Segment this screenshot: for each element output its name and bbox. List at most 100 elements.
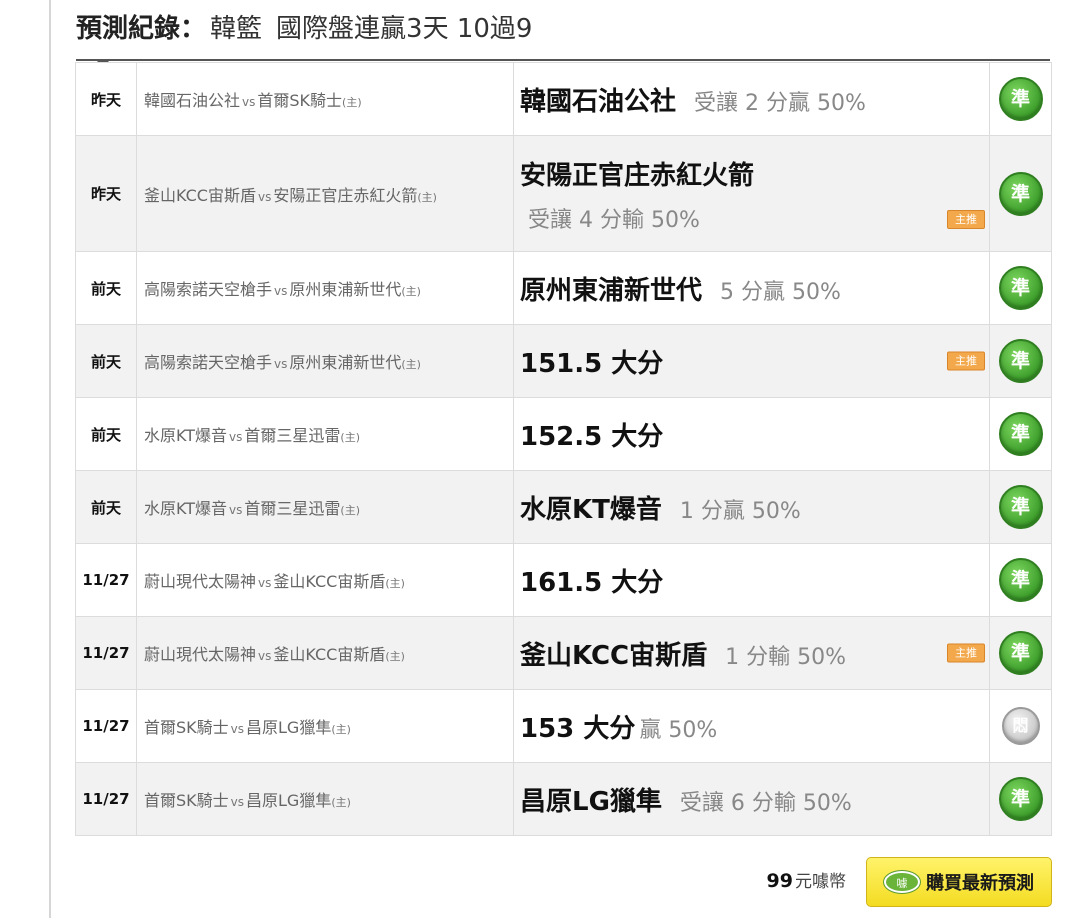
table-row: 昨天 釜山KCC宙斯盾 vs 安陽正官庄赤紅火箭(主) 安陽正官庄赤紅火箭 受讓 4… bbox=[75, 135, 1052, 252]
pick-team: 釜山KCC宙斯盾 bbox=[520, 640, 708, 671]
pick-odds: 受讓 4 分輸 50% bbox=[528, 208, 700, 233]
away-team: 高陽索諾天空槍手 bbox=[144, 353, 273, 372]
home-tag: (主) bbox=[331, 796, 351, 809]
match-teams: 蔚山現代太陽神 vs 釜山KCC宙斯盾(主) bbox=[136, 616, 514, 690]
match-date: 11/27 bbox=[75, 762, 137, 836]
pick-odds: 1 分贏 50% bbox=[679, 498, 801, 524]
match-teams: 水原KT爆音 vs 首爾三星迅雷(主) bbox=[136, 470, 514, 544]
main-pick-badge: 主推 bbox=[947, 351, 985, 371]
result-win-icon: 準 bbox=[998, 485, 1043, 529]
result-cell: 準 bbox=[989, 616, 1052, 690]
table-row: 11/27 首爾SK騎士 vs 昌原LG獵隼(主) 昌原LG獵隼 受讓 6 分輸 5… bbox=[75, 762, 1052, 836]
match-date: 11/27 bbox=[75, 616, 137, 690]
table-row: 前天 水原KT爆音 vs 首爾三星迅雷(主) 水原KT爆音 1 分贏 50% 準 bbox=[75, 470, 1052, 544]
vs-label: vs bbox=[229, 503, 243, 517]
home-tag: (主) bbox=[417, 190, 437, 204]
vs-label: vs bbox=[258, 649, 272, 663]
match-teams: 蔚山現代太陽神 vs 釜山KCC宙斯盾(主) bbox=[136, 543, 514, 617]
pick-team: 昌原LG獵隼 bbox=[520, 786, 662, 817]
table-row: 前天 高陽索諾天空槍手 vs 原州東浦新世代(主) 151.5 大分 主推 準 bbox=[75, 324, 1052, 398]
purchase-footer: 99 元噱幣 噱 購買最新預測 bbox=[76, 855, 1052, 907]
home-team: 昌原LG獵隼 bbox=[246, 791, 332, 810]
buy-button-label: 購買最新預測 bbox=[926, 873, 1034, 894]
result-cell: 準 bbox=[989, 135, 1052, 252]
result-win-icon: 準 bbox=[998, 777, 1043, 821]
pick-team: 水原KT爆音 bbox=[520, 494, 662, 525]
prediction-pick: 原州東浦新世代 5 分贏 50% bbox=[513, 251, 990, 325]
away-team: 蔚山現代太陽神 bbox=[144, 645, 257, 664]
vs-label: vs bbox=[274, 357, 288, 371]
home-team: 釜山KCC宙斯盾 bbox=[273, 572, 386, 591]
match-date: 昨天 bbox=[75, 62, 137, 136]
main-pick-badge: 主推 bbox=[947, 643, 985, 663]
home-tag: (主) bbox=[385, 650, 405, 663]
vs-label: vs bbox=[258, 576, 272, 590]
prediction-pick: 151.5 大分 主推 bbox=[513, 324, 990, 398]
prediction-pick: 安陽正官庄赤紅火箭 受讓 4 分輸 50% 主推 bbox=[513, 135, 990, 252]
match-date: 前天 bbox=[75, 470, 137, 544]
home-team: 首爾SK騎士 bbox=[257, 91, 343, 110]
result-cell: 準 bbox=[989, 62, 1052, 136]
home-tag: (主) bbox=[342, 96, 362, 109]
match-date: 11/27 bbox=[75, 689, 137, 763]
away-team: 水原KT爆音 bbox=[144, 499, 228, 518]
home-team: 釜山KCC宙斯盾 bbox=[273, 645, 386, 664]
table-row: 11/27 蔚山現代太陽神 vs 釜山KCC宙斯盾(主) 161.5 大分 準 bbox=[75, 543, 1052, 617]
match-date: 11/27 bbox=[75, 543, 137, 617]
away-team: 蔚山現代太陽神 bbox=[144, 572, 257, 591]
home-team: 原州東浦新世代 bbox=[289, 280, 402, 299]
away-team: 高陽索諾天空槍手 bbox=[144, 280, 273, 299]
result-cell: 準 bbox=[989, 543, 1052, 617]
main-pick-badge: 主推 bbox=[947, 210, 985, 229]
away-team: 韓國石油公社 bbox=[144, 91, 241, 110]
buy-latest-prediction-button[interactable]: 噱 購買最新預測 bbox=[866, 857, 1052, 907]
pick-team: 韓國石油公社 bbox=[520, 86, 677, 117]
vs-label: vs bbox=[230, 722, 245, 736]
vs-label: vs bbox=[242, 95, 256, 109]
pick-odds: 受讓 6 分輸 50% bbox=[679, 790, 852, 816]
price-number: 99 bbox=[766, 870, 793, 892]
home-tag: (主) bbox=[340, 504, 360, 517]
home-tag: (主) bbox=[340, 431, 360, 444]
result-win-icon: 準 bbox=[998, 631, 1043, 675]
result-win-icon: 準 bbox=[998, 339, 1043, 383]
page-left-border bbox=[49, 0, 51, 918]
match-date: 前天 bbox=[75, 324, 137, 398]
title-summary: 國際盤連贏3天 10過9 bbox=[276, 14, 533, 44]
vs-label: vs bbox=[230, 795, 245, 809]
home-team: 原州東浦新世代 bbox=[289, 353, 402, 372]
prediction-pick: 昌原LG獵隼 受讓 6 分輸 50% bbox=[513, 762, 990, 836]
title-league: 韓籃 bbox=[210, 14, 263, 44]
match-teams: 釜山KCC宙斯盾 vs 安陽正官庄赤紅火箭(主) bbox=[136, 135, 514, 252]
home-team: 首爾三星迅雷 bbox=[244, 499, 341, 518]
pick-odds: 受讓 2 分贏 50% bbox=[694, 90, 866, 116]
result-miss-icon: 悶 bbox=[1001, 707, 1040, 745]
home-tag: (主) bbox=[331, 723, 351, 736]
match-teams: 首爾SK騎士 vs 昌原LG獵隼(主) bbox=[136, 762, 514, 836]
home-tag: (主) bbox=[385, 577, 405, 590]
match-teams: 韓國石油公社 vs 首爾SK騎士(主) bbox=[136, 62, 514, 136]
pick-team: 151.5 大分 bbox=[520, 348, 664, 379]
away-team: 釜山KCC宙斯盾 bbox=[144, 185, 256, 205]
away-team: 首爾SK騎士 bbox=[144, 791, 229, 810]
home-team: 昌原LG獵隼 bbox=[246, 718, 332, 737]
table-row: 昨天 韓國石油公社 vs 首爾SK騎士(主) 韓國石油公社 受讓 2 分贏 50% … bbox=[75, 62, 1052, 136]
home-team: 首爾三星迅雷 bbox=[244, 426, 341, 445]
pick-odds: 5 分贏 50% bbox=[720, 279, 841, 305]
table-row: 11/27 首爾SK騎士 vs 昌原LG獵隼(主) 153 大分 贏 50% 悶 bbox=[75, 689, 1052, 763]
result-cell: 準 bbox=[989, 251, 1052, 325]
result-cell: 準 bbox=[989, 470, 1052, 544]
prediction-pick: 釜山KCC宙斯盾 1 分輸 50% 主推 bbox=[513, 616, 990, 690]
coin-logo-icon: 噱 bbox=[884, 871, 920, 893]
result-cell: 準 bbox=[989, 397, 1052, 471]
result-win-icon: 準 bbox=[998, 77, 1043, 121]
prediction-pick: 水原KT爆音 1 分贏 50% bbox=[513, 470, 990, 544]
result-cell: 悶 bbox=[989, 689, 1052, 763]
prediction-pick: 153 大分 贏 50% bbox=[513, 689, 990, 763]
table-row: 11/27 蔚山現代太陽神 vs 釜山KCC宙斯盾(主) 釜山KCC宙斯盾 1 分輸… bbox=[75, 616, 1052, 690]
table-row: 前天 水原KT爆音 vs 首爾三星迅雷(主) 152.5 大分 準 bbox=[75, 397, 1052, 471]
prediction-pick: 韓國石油公社 受讓 2 分贏 50% bbox=[513, 62, 990, 136]
vs-label: vs bbox=[257, 189, 272, 204]
pick-team: 161.5 大分 bbox=[520, 567, 664, 598]
result-win-icon: 準 bbox=[998, 558, 1043, 602]
